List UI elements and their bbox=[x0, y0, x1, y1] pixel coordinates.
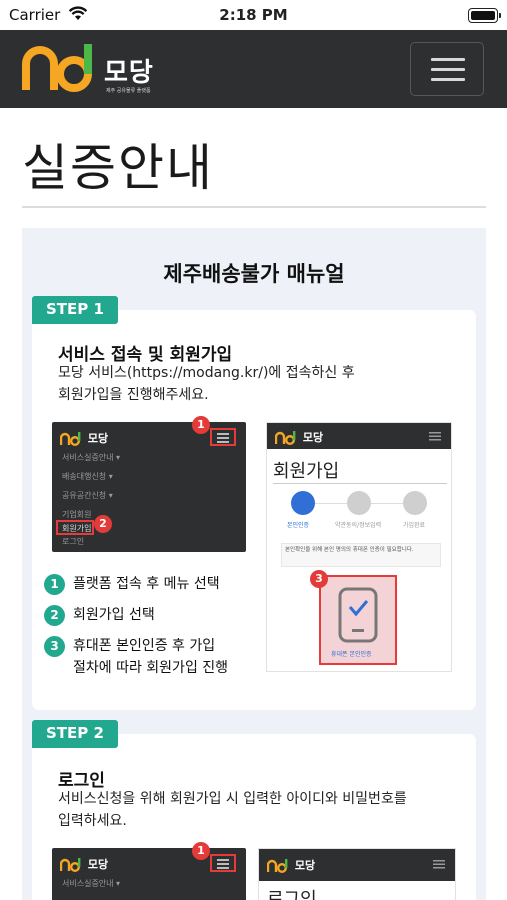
logo-text: 모당 bbox=[104, 58, 154, 88]
mini-menu-item: 기업회원 bbox=[62, 510, 92, 519]
marker-2: 2 bbox=[94, 515, 112, 533]
step1-bullet-2: 2 회원가입 선택 bbox=[44, 604, 155, 626]
marker-1: 1 bbox=[192, 416, 210, 434]
login-title: 로그인 bbox=[267, 889, 317, 900]
progress-step-info-icon bbox=[347, 491, 371, 515]
mini-menu-item: 회원가입 bbox=[62, 524, 92, 533]
progress-step-verify-icon bbox=[291, 491, 315, 515]
logo-subtitle: 제주 공유물류 플랫폼 bbox=[106, 88, 151, 94]
modang-logo-icon bbox=[267, 859, 288, 873]
modang-logo-icon bbox=[60, 858, 81, 872]
hamburger-menu-icon bbox=[431, 58, 465, 61]
progress-step-done-icon bbox=[403, 491, 427, 515]
mini-logo: 모당 bbox=[275, 429, 323, 445]
step2-desc-line1: 서비스신청을 위해 회원가입 시 입력한 아이디와 비밀번호를 bbox=[58, 791, 407, 807]
progress-label: 본인인증 bbox=[287, 522, 310, 529]
hamburger-menu-button[interactable] bbox=[410, 42, 484, 96]
mini-menu-item: 로그인 bbox=[62, 537, 85, 546]
mini-menu-item: 서비스실증안내 ▾ bbox=[62, 879, 121, 888]
step1-bullet-1: 1 플랫폼 접속 후 메뉴 선택 bbox=[44, 573, 220, 595]
mini-logo: 모당 bbox=[267, 857, 315, 873]
manual-title: 제주배송불가 매뉴얼 bbox=[163, 262, 345, 286]
phone-verify-label: 휴대폰 본인인증 bbox=[331, 651, 372, 658]
mini-menu-item: 서비스실증안내 ▾ bbox=[62, 453, 121, 462]
marker-1: 1 bbox=[192, 842, 210, 860]
signup-title: 회원가입 bbox=[273, 461, 340, 482]
step2-login-screenshot: 모당 로그인 bbox=[258, 848, 456, 900]
step2-desc-line2: 입력하세요. bbox=[58, 813, 127, 829]
page-title: 실증안내 bbox=[22, 139, 214, 197]
battery-icon bbox=[468, 8, 501, 23]
phone-verify-icon bbox=[338, 587, 378, 643]
mini-menu-button bbox=[210, 428, 236, 446]
clock: 2:18 PM bbox=[219, 6, 288, 24]
title-divider bbox=[22, 206, 486, 208]
status-bar: Carrier 2:18 PM bbox=[0, 0, 507, 30]
marker-3: 3 bbox=[310, 570, 328, 588]
top-navbar: 모당 제주 공유물류 플랫폼 bbox=[0, 30, 507, 108]
hamburger-menu-icon bbox=[429, 432, 441, 441]
step2-badge: STEP 2 bbox=[32, 720, 118, 748]
step1-bullet-3: 3 휴대폰 본인인증 후 가입 절차에 따라 회원가입 진행 bbox=[44, 635, 228, 679]
step1-badge: STEP 1 bbox=[32, 296, 118, 324]
manual-panel: 제주배송불가 매뉴얼 STEP 1 서비스 접속 및 회원가입 모당 서비스(h… bbox=[22, 228, 486, 900]
step1-desc-line1: 모당 서비스(https://modang.kr/)에 접속하신 후 bbox=[58, 365, 355, 381]
modang-logo-icon bbox=[60, 432, 81, 446]
mini-menu-button bbox=[210, 854, 236, 872]
mini-logo: 모당 bbox=[60, 430, 108, 446]
modang-logo-icon[interactable] bbox=[22, 40, 100, 94]
mini-menu-item: 공유공간신청 ▾ bbox=[62, 491, 113, 500]
step2-menu-screenshot: 모당 서비스실증안내 ▾ bbox=[52, 848, 246, 900]
progress-label: 약관동의/정보입력 bbox=[335, 522, 382, 529]
mini-menu-item: 배송대행신청 ▾ bbox=[62, 472, 113, 481]
step1-desc-line2: 회원가입을 진행해주세요. bbox=[58, 387, 209, 403]
mini-logo: 모당 bbox=[60, 856, 108, 872]
step1-signup-screenshot: 모당 회원가입 본인인증 약관동의/정보입력 가입완료 본인확인을 위해 본인 … bbox=[266, 422, 452, 672]
progress-label: 가입완료 bbox=[403, 522, 426, 529]
signup-notice: 본인확인을 위해 본인 명의의 휴대폰 인증이 필요합니다. bbox=[285, 547, 414, 553]
step1-menu-screenshot: 모당 서비스실증안내 ▾ 배송대행신청 ▾ 공유공간신청 ▾ 기업회원 회원가입… bbox=[52, 422, 246, 552]
modang-logo-icon bbox=[275, 431, 296, 445]
hamburger-menu-icon bbox=[433, 860, 445, 869]
